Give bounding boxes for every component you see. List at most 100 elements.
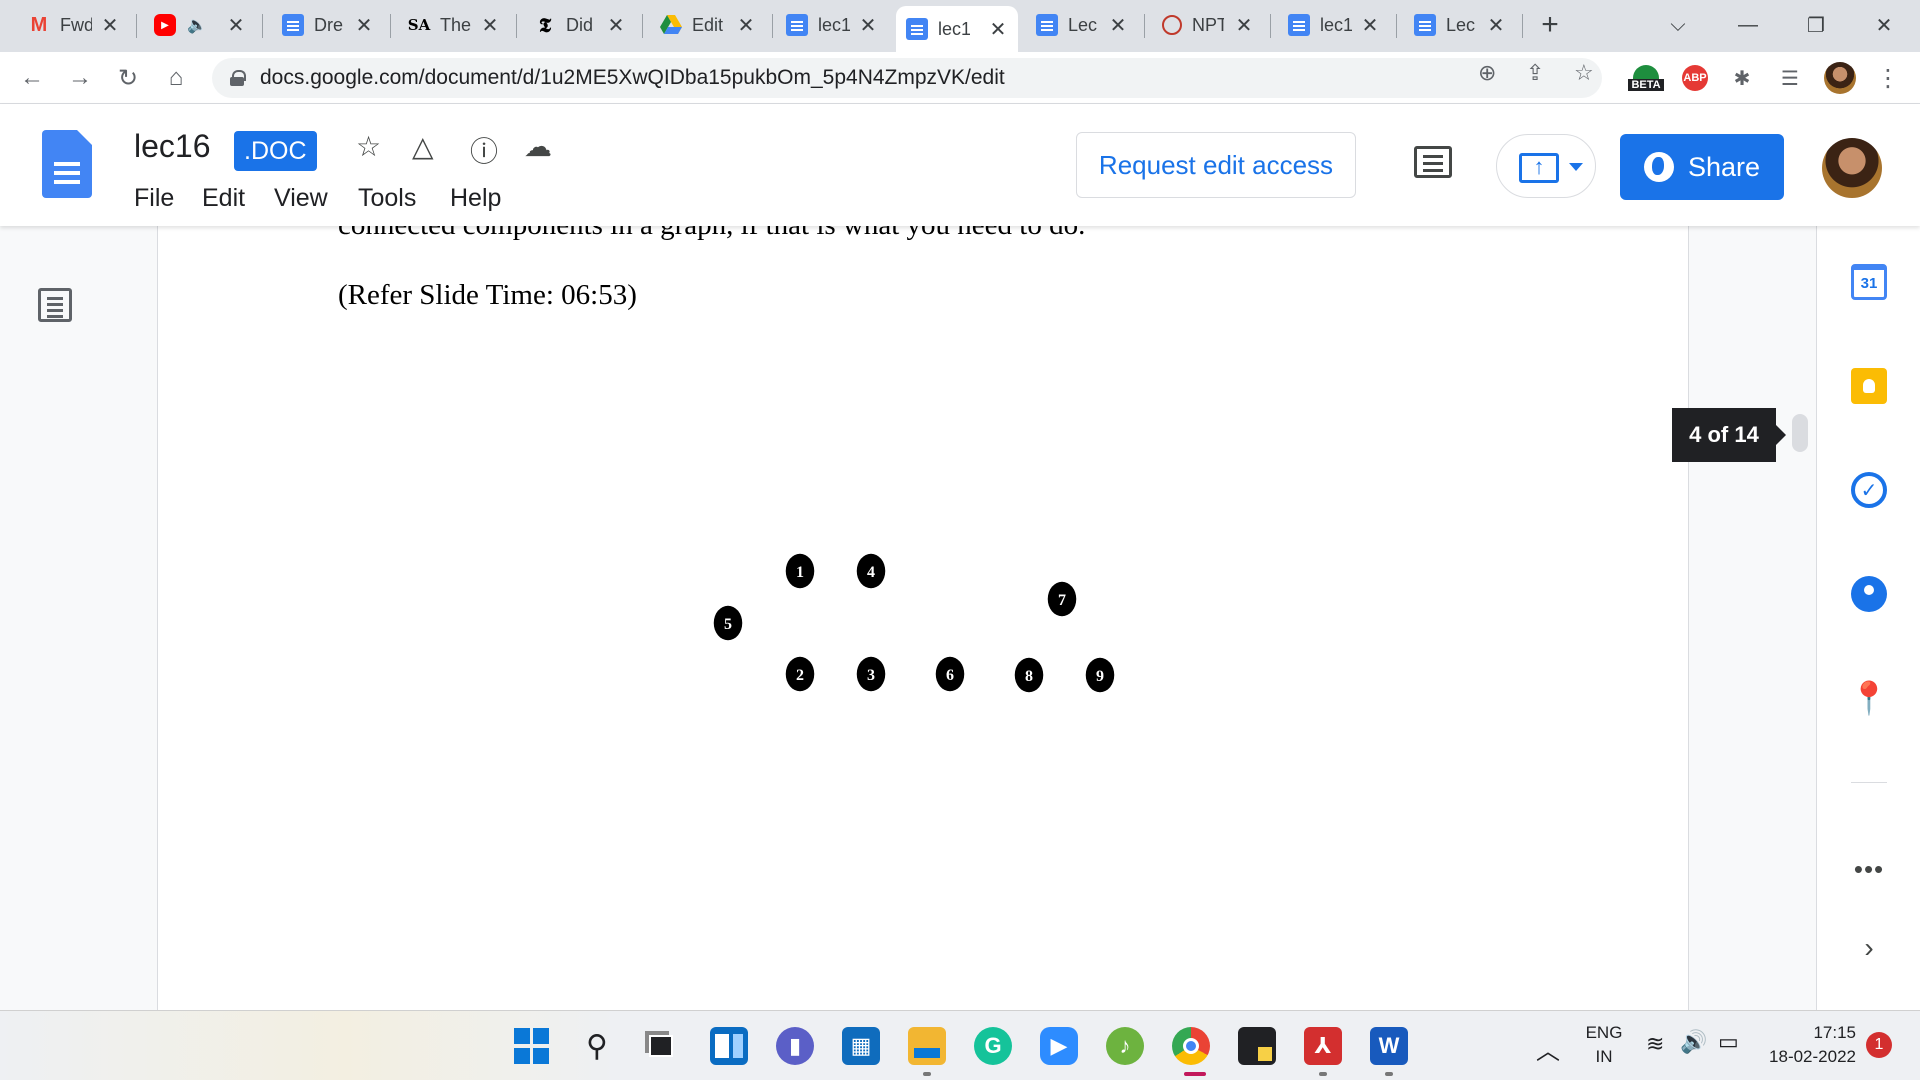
speaker-icon[interactable]: 🔈 (186, 14, 208, 36)
media-control-icon[interactable]: ☰ (1774, 62, 1806, 94)
chrome-menu-icon[interactable]: ⋮ (1872, 62, 1904, 94)
contacts-icon[interactable] (1851, 576, 1887, 612)
tab-gmail[interactable]: M Fwd ✕ (18, 8, 130, 42)
tab-docs-lec2[interactable]: Lec ✕ (1026, 8, 1138, 42)
extensions-puzzle-icon[interactable]: ✱ (1726, 62, 1758, 94)
tab-nptel[interactable]: NPT ✕ (1152, 8, 1264, 42)
close-icon[interactable]: ✕ (226, 13, 246, 38)
docs-logo-icon[interactable] (42, 130, 92, 198)
windows-start-icon[interactable] (512, 1027, 550, 1065)
clock-date[interactable]: 18-02-2022 (1756, 1047, 1856, 1067)
lock-icon[interactable] (230, 70, 246, 86)
maps-pin-icon[interactable]: 📍 (1849, 680, 1889, 716)
request-edit-access-button[interactable]: Request edit access (1076, 132, 1356, 198)
volume-icon[interactable]: 🔊 (1680, 1029, 1707, 1055)
document-title[interactable]: lec16 (134, 128, 211, 165)
present-button[interactable]: ↑ (1496, 134, 1596, 198)
tab-docs-lec1a[interactable]: lec1 ✕ (776, 8, 888, 42)
close-icon[interactable]: ✕ (480, 13, 500, 38)
file-explorer-icon[interactable] (908, 1027, 946, 1065)
tab-separator (516, 14, 517, 38)
acrobat-icon[interactable]: ⅄ (1304, 1027, 1342, 1065)
chevron-down-icon[interactable] (1569, 163, 1583, 171)
notification-badge[interactable]: 1 (1866, 1032, 1892, 1058)
close-icon[interactable]: ✕ (988, 17, 1008, 42)
restore-button[interactable]: ❐ (1796, 8, 1836, 42)
expand-panel-chevron-icon[interactable]: › (1851, 932, 1887, 964)
close-icon[interactable]: ✕ (858, 13, 878, 38)
comment-history-icon[interactable] (1414, 146, 1452, 178)
new-tab-button[interactable]: + (1530, 8, 1570, 42)
grammarly-icon[interactable]: G (974, 1027, 1012, 1065)
tab-sa[interactable]: SA The ✕ (398, 8, 510, 42)
back-button[interactable]: ← (14, 60, 50, 96)
tab-docs-lec1b[interactable]: lec1 ✕ (1278, 8, 1390, 42)
close-icon[interactable]: ✕ (736, 13, 756, 38)
tab-docs-dre[interactable]: Dre ✕ (272, 8, 384, 42)
task-view-icon[interactable] (642, 1027, 680, 1065)
close-icon[interactable]: ✕ (100, 13, 120, 38)
move-to-drive-icon[interactable]: △ (412, 130, 434, 163)
teams-chat-icon[interactable]: ▮ (776, 1027, 814, 1065)
menu-view[interactable]: View (274, 184, 328, 213)
store-icon[interactable]: ▦ (842, 1027, 880, 1065)
close-icon[interactable]: ✕ (606, 13, 626, 38)
present-icon: ↑ (1519, 153, 1559, 183)
tab-docs-active[interactable]: lec1 ✕ (896, 6, 1018, 52)
close-icon[interactable]: ✕ (1486, 13, 1506, 38)
gmail-icon: M (30, 13, 48, 36)
sticky-notes-icon[interactable] (1238, 1027, 1276, 1065)
close-icon[interactable]: ✕ (1234, 13, 1254, 38)
menu-tools[interactable]: Tools (358, 184, 416, 213)
widgets-icon[interactable] (710, 1027, 748, 1065)
battery-icon[interactable]: ▭ (1718, 1029, 1739, 1055)
more-addons-icon[interactable]: ••• (1851, 854, 1887, 885)
tab-search-chevron-icon[interactable]: ⌵ (1658, 8, 1698, 42)
menu-help[interactable]: Help (450, 184, 501, 213)
cloud-status-icon[interactable]: ☁ (524, 130, 552, 163)
close-icon[interactable]: ✕ (354, 13, 374, 38)
zoom-icon[interactable]: ⊕ (1478, 60, 1496, 86)
tray-overflow-chevron-icon[interactable]: ︿ (1536, 1031, 1560, 1066)
menu-file[interactable]: File (134, 184, 174, 213)
forward-button[interactable]: → (62, 60, 98, 96)
running-indicator (1385, 1072, 1393, 1076)
minimize-button[interactable]: — (1728, 8, 1768, 42)
adblock-plus-icon[interactable]: ABP (1682, 65, 1708, 91)
clock-time[interactable]: 17:15 (1760, 1023, 1856, 1043)
scrollbar-thumb[interactable] (1792, 414, 1808, 452)
calendar-icon[interactable]: 31 (1851, 264, 1887, 300)
extension-beta-icon[interactable]: BETA (1628, 62, 1664, 94)
search-icon[interactable]: ⚲ (578, 1027, 616, 1065)
notes-app-icon[interactable]: ♪ (1106, 1027, 1144, 1065)
tab-title: lec1 (1320, 14, 1352, 35)
account-avatar[interactable] (1822, 138, 1882, 198)
tasks-icon[interactable]: ✓ (1851, 472, 1887, 508)
address-text[interactable]: docs.google.com/document/d/1u2ME5XwQIDba… (260, 66, 1005, 90)
tab-drive[interactable]: Edit ✕ (650, 8, 766, 42)
close-window-button[interactable]: ✕ (1864, 8, 1904, 42)
home-icon[interactable]: ⌂ (158, 60, 194, 96)
keep-icon[interactable] (1851, 368, 1887, 404)
bookmark-star-icon[interactable]: ☆ (1574, 60, 1594, 86)
menu-edit[interactable]: Edit (202, 184, 245, 213)
word-icon[interactable]: W (1370, 1027, 1408, 1065)
info-icon[interactable]: ⓘ (470, 130, 498, 170)
close-icon[interactable]: ✕ (1108, 13, 1128, 38)
reload-button[interactable]: ↻ (110, 60, 146, 96)
language-indicator[interactable]: ENG (1582, 1023, 1626, 1043)
address-bar[interactable]: docs.google.com/document/d/1u2ME5XwQIDba… (212, 58, 1602, 98)
zoom-app-icon[interactable]: ▶ (1040, 1027, 1078, 1065)
region-indicator[interactable]: IN (1582, 1047, 1626, 1067)
tab-docs-lec3[interactable]: Lec ✕ (1404, 8, 1516, 42)
graph-node-8: 8 (1014, 657, 1044, 693)
profile-avatar[interactable] (1824, 62, 1856, 94)
share-button[interactable]: Share (1620, 134, 1784, 200)
chrome-icon[interactable] (1172, 1027, 1210, 1065)
close-icon[interactable]: ✕ (1360, 13, 1380, 38)
star-icon[interactable]: ☆ (356, 130, 381, 163)
tab-youtube[interactable]: ▶ 🔈 ✕ (144, 8, 256, 42)
share-page-icon[interactable]: ⇪ (1526, 60, 1544, 86)
tab-nyt[interactable]: 𝕿 Did ✕ (524, 8, 636, 42)
wifi-icon[interactable]: ≋ (1646, 1031, 1664, 1057)
